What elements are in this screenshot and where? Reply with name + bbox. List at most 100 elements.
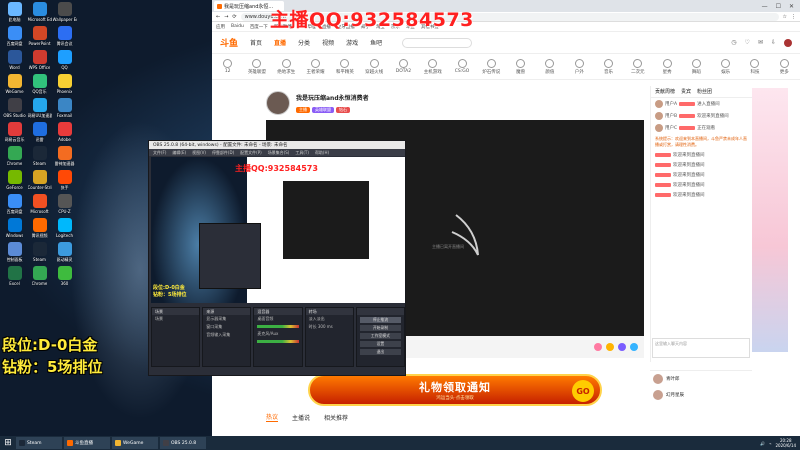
bookmark-item[interactable]: 百度一下	[250, 24, 268, 30]
desktop-icon[interactable]: 360	[52, 266, 77, 290]
desktop-icon[interactable]: Microsoft Edge	[27, 2, 52, 26]
fans-rank-row[interactable]: 青叶郎	[650, 371, 752, 387]
search-input[interactable]	[402, 37, 473, 48]
banner-go-button[interactable]: GO	[572, 380, 594, 402]
desktop-icon[interactable]: Word	[2, 50, 27, 74]
desktop-icon[interactable]: 百度网盘	[2, 26, 27, 50]
desktop-icon[interactable]: Counter-Strike	[27, 170, 52, 194]
stream-subtab[interactable]: 相关推荐	[324, 413, 348, 422]
desktop-icon[interactable]: Logitech	[52, 218, 77, 242]
history-icon[interactable]: ◷	[731, 39, 736, 47]
tray-date[interactable]: 2020/6/14	[775, 443, 796, 448]
user-avatar[interactable]	[784, 38, 792, 47]
close-icon[interactable]: ✕	[789, 3, 794, 10]
gift-icon[interactable]	[606, 343, 614, 351]
desktop-icon[interactable]: Phoenix	[52, 74, 77, 98]
obs-menu-item[interactable]: 场景集合(S)	[268, 150, 290, 156]
category-item[interactable]: DOTA2	[394, 59, 413, 74]
category-item[interactable]: 户外	[570, 58, 589, 75]
nav-tab[interactable]: 游戏	[346, 38, 358, 47]
obs-menu-item[interactable]: 配置文件(P)	[240, 150, 262, 156]
category-item[interactable]: 穿越火线	[364, 58, 383, 75]
stream-tag[interactable]: 钻石	[336, 107, 350, 113]
desktop-icon[interactable]: GeForce	[2, 170, 27, 194]
obs-menu-item[interactable]: 文件(F)	[153, 150, 166, 156]
category-item[interactable]: 星秀	[657, 58, 676, 75]
category-item[interactable]: 魔兽	[511, 58, 530, 75]
desktop-icon[interactable]: Steam	[27, 146, 52, 170]
desktop-icon[interactable]: Wallpaper Engine	[52, 2, 77, 26]
chat-rank-row[interactable]: 用户A 进入直播间	[651, 98, 752, 110]
category-item[interactable]: 娱乐	[716, 58, 735, 75]
category-item[interactable]: 王者荣耀	[306, 58, 325, 75]
category-item[interactable]: 音乐	[599, 58, 618, 75]
obs-menu-item[interactable]: 停靠部件(D)	[212, 150, 234, 156]
desktop-icon[interactable]: 腾讯视频	[27, 218, 52, 242]
stream-tag[interactable]: 英雄联盟	[312, 107, 334, 113]
network-icon[interactable]: ⌁	[769, 441, 771, 446]
chat-header-tab[interactable]: 贡献周榜	[655, 88, 675, 95]
nav-tab[interactable]: 直播	[274, 38, 286, 47]
chat-header-tab[interactable]: 贵宾	[681, 88, 691, 95]
menu-icon[interactable]: ⋮	[791, 14, 796, 20]
message-icon[interactable]: ✉	[758, 39, 763, 47]
desktop-icon[interactable]: 网易UU加速器	[27, 98, 52, 122]
volume-icon[interactable]: 🔊	[760, 441, 765, 446]
nav-tab[interactable]: 首页	[250, 38, 262, 47]
category-item[interactable]: 更多	[775, 58, 794, 75]
category-item[interactable]: 炉石传说	[482, 58, 501, 75]
taskbar-item[interactable]: Steam	[16, 437, 62, 449]
reload-icon[interactable]: ⟳	[232, 14, 236, 20]
obs-control-button[interactable]: 开始录制	[359, 325, 402, 331]
category-item[interactable]: 科技	[745, 58, 764, 75]
nav-tab[interactable]: 鱼吧	[370, 38, 382, 47]
desktop-icon[interactable]: Steam	[27, 242, 52, 266]
bookmark-item[interactable]: 应用	[216, 24, 225, 30]
obs-dock-item[interactable]: 时长 300 ms	[306, 323, 353, 331]
desktop-icon[interactable]: Excel	[2, 266, 27, 290]
desktop-icon[interactable]: WeGame	[2, 74, 27, 98]
obs-control-button[interactable]: 停止推流	[359, 317, 402, 323]
desktop-icon[interactable]: 腾讯会议	[52, 26, 77, 50]
obs-menu-item[interactable]: 工具(T)	[295, 150, 309, 156]
category-item[interactable]: 英雄联盟	[247, 58, 266, 75]
chat-input[interactable]: 这里输入聊天内容	[652, 338, 750, 358]
follow-icon[interactable]: ♡	[745, 39, 750, 47]
desktop-icon[interactable]: CPU-Z	[52, 194, 77, 218]
obs-dock-item[interactable]: 麦克风/Aux	[254, 330, 301, 338]
desktop-icon[interactable]: Microsoft	[27, 194, 52, 218]
stream-subtab[interactable]: 热议	[266, 412, 279, 422]
windows-start-icon[interactable]: ⊞	[2, 437, 14, 449]
desktop-icon[interactable]: 网易云音乐	[2, 122, 27, 146]
desktop-icon[interactable]: QQ音乐	[27, 74, 52, 98]
desktop-icon[interactable]: Windows	[2, 218, 27, 242]
chat-rank-row[interactable]: 用户B 欢迎来到直播间	[651, 110, 752, 122]
obs-dock-item[interactable]: 窗口采集	[203, 323, 250, 331]
download-icon[interactable]: ⇩	[771, 39, 776, 47]
taskbar-item[interactable]: WeGame	[112, 437, 158, 449]
desktop-icon[interactable]: 控制面板	[2, 242, 27, 266]
stream-tag[interactable]: 主播	[296, 107, 310, 113]
minimize-icon[interactable]: —	[762, 3, 768, 10]
streamer-avatar[interactable]	[266, 91, 290, 115]
desktop-icon[interactable]: PowerPoint	[27, 26, 52, 50]
obs-preview[interactable]: 主播QQ:932584573 段位:D-0白金 钻粉：5场排位	[151, 157, 405, 303]
obs-control-button[interactable]: 退出	[359, 349, 402, 355]
desktop-icon[interactable]: 雷神加速器	[52, 146, 77, 170]
maximize-icon[interactable]: ☐	[776, 3, 781, 10]
desktop-icon[interactable]: Adobe	[52, 122, 77, 146]
category-item[interactable]: 和平精英	[335, 58, 354, 75]
desktop-icon[interactable]: 迅雷	[27, 122, 52, 146]
gift-icon[interactable]	[630, 343, 638, 351]
desktop-icon[interactable]: OBS Studio	[2, 98, 27, 122]
obs-dock-item[interactable]: 桌面音频	[254, 315, 301, 323]
taskbar-item[interactable]: OBS 25.0.8	[160, 437, 206, 449]
gift-icon[interactable]	[618, 343, 626, 351]
category-item[interactable]: 主机游戏	[423, 58, 442, 75]
category-item[interactable]: 12	[218, 59, 237, 74]
category-item[interactable]: 绝地求生	[277, 58, 296, 75]
obs-menu-item[interactable]: 编辑(E)	[172, 150, 186, 156]
gift-notice-banner[interactable]: 礼物领取通知 鸿运当头·点击领取 GO	[308, 374, 602, 406]
bookmark-item[interactable]: Baidu	[231, 24, 244, 29]
gift-icon[interactable]	[594, 343, 602, 351]
